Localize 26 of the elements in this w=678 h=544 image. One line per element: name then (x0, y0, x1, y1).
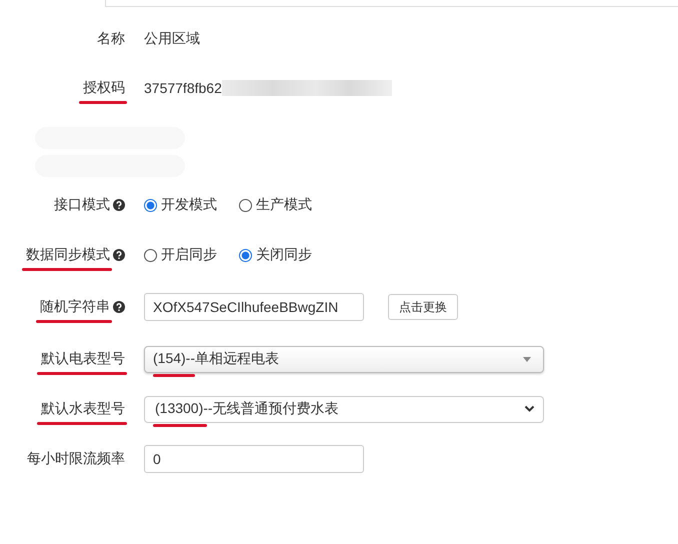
help-icon[interactable] (113, 199, 125, 211)
field-label: 名称 (97, 30, 125, 48)
change-button[interactable]: 点击更换 (388, 294, 458, 320)
radio-label[interactable]: 开启同步 (161, 246, 217, 264)
field-label: 默认水表型号 (41, 400, 125, 418)
radio-button[interactable] (144, 198, 157, 212)
field-value: 公用区域 (144, 30, 200, 48)
field-value: 37577f8fb62 (144, 80, 222, 96)
chevron-down-icon (524, 405, 535, 413)
field-label: 默认电表型号 (41, 350, 125, 368)
field-label: 随机字符串 (40, 298, 110, 316)
caret-icon (523, 356, 531, 362)
radio-label[interactable]: 开发模式 (161, 196, 217, 214)
help-icon[interactable] (113, 301, 125, 313)
field-label: 授权码 (83, 79, 125, 97)
field-label: 接口模式 (54, 196, 110, 214)
radio-label[interactable]: 关闭同步 (256, 246, 312, 264)
radio-button[interactable] (144, 248, 157, 262)
help-icon[interactable] (113, 249, 125, 261)
field-label: 数据同步模式 (26, 246, 110, 264)
input-field[interactable]: XOfX547SeCIlhufeeBBwgZIN (144, 293, 364, 321)
field-label: 每小时限流频率 (27, 450, 125, 468)
radio-button[interactable] (239, 248, 252, 262)
radio-label[interactable]: 生产模式 (256, 196, 312, 214)
input-field[interactable]: 0 (144, 445, 364, 473)
radio-button[interactable] (239, 198, 252, 212)
